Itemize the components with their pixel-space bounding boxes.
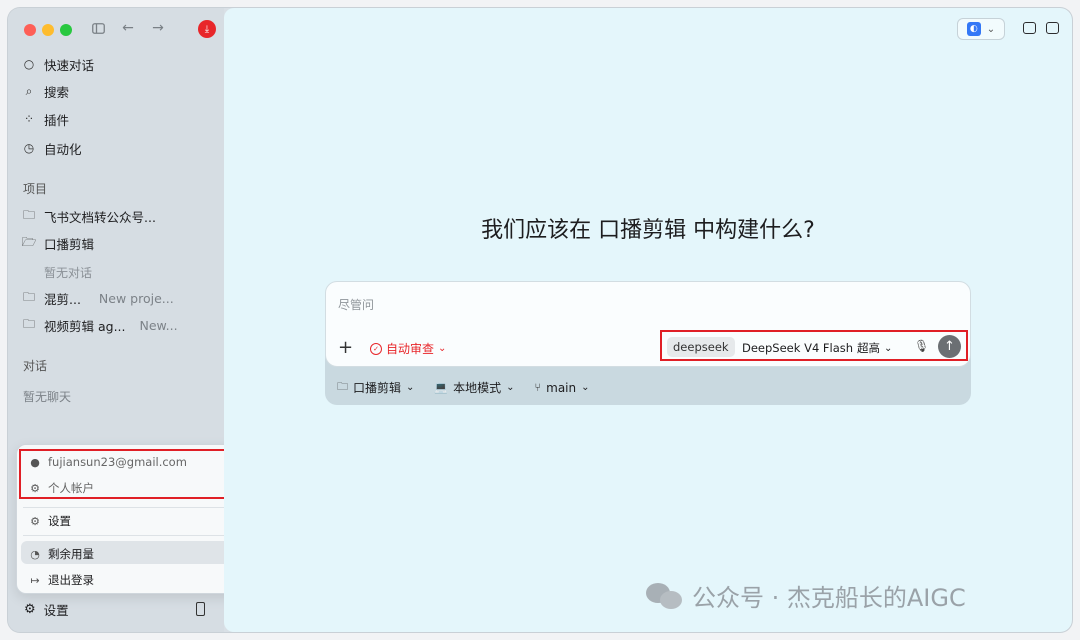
microphone-icon[interactable]: 🎙 [914, 339, 929, 353]
remaining-usage-menu-item[interactable]: ◔ 剩余用量 › [29, 546, 255, 562]
phone-icon[interactable] [196, 602, 205, 616]
chevron-down-icon: ⌄ [438, 343, 447, 354]
main-panel: ◐ ⌄ 我们应该在 口播剪辑 中构建什么? 尽管问 + ✓ 自动审查 ⌄ dee… [224, 8, 1072, 632]
download-icon[interactable]: ⤓ [198, 20, 216, 38]
sidebar-item-automation[interactable]: ◷ 自动化 [22, 138, 82, 158]
composer-context-bar: 🗀 口播剪辑 ⌄ 💻 本地模式 ⌄ ⑂ main ⌄ [337, 378, 590, 397]
sidebar: ← → ⤓ ○ 快速对话 ⌕ 搜索 ⁘ 插件 ◷ 自动化 项目 🗀 飞书文档转公… [8, 8, 264, 632]
divider [23, 535, 257, 536]
remaining-usage-label: 剩余用量 [48, 547, 94, 561]
auto-review-dropdown[interactable]: ✓ 自动审查 ⌄ [370, 340, 446, 357]
minimize-window-button[interactable] [42, 24, 54, 36]
sidebar-item-label: 快速对话 [44, 57, 95, 73]
git-branch-icon: ⑂ [534, 381, 542, 394]
auto-review-label: 自动审查 [386, 342, 435, 356]
chat-bubble-icon: ○ [23, 57, 35, 71]
app-switcher-button[interactable]: ◐ ⌄ [957, 18, 1005, 40]
project-label: 视频剪辑 ag... [44, 318, 126, 334]
window-controls [24, 24, 72, 36]
sidebar-item-quick-chat[interactable]: ○ 快速对话 [22, 54, 94, 74]
chevron-down-icon: ⌄ [506, 382, 515, 393]
sidebar-item-search[interactable]: ⌕ 搜索 [22, 81, 69, 101]
logout-label: 退出登录 [48, 573, 94, 587]
sidebar-item-plugins[interactable]: ⁘ 插件 [22, 109, 69, 129]
folder-icon: 🗀 [337, 380, 348, 393]
back-arrow-icon[interactable]: ← [120, 20, 136, 36]
settings-button[interactable]: ⚙ 设置 [24, 600, 69, 619]
project-selector[interactable]: 🗀 口播剪辑 ⌄ [337, 378, 414, 397]
model-name: DeepSeek V4 Flash [742, 341, 854, 355]
mode-selector-label: 本地模式 [453, 381, 502, 395]
project-label: 口播剪辑 [44, 236, 95, 252]
right-panel-toggle-icon[interactable] [1046, 22, 1059, 34]
composer: 尽管问 + ✓ 自动审查 ⌄ deepseek DeepSeek V4 Flas… [325, 281, 971, 367]
project-item[interactable]: 🗀 混剪... New proje... [22, 288, 174, 308]
prompt-input[interactable]: 尽管问 [338, 296, 374, 313]
watermark: 公众号 · 杰克船长的AIGC [646, 578, 966, 613]
empty-project-label: 暂无对话 [44, 266, 93, 280]
chevron-down-icon: ⌄ [986, 23, 996, 35]
projects-section-label: 项目 [23, 182, 48, 196]
sidebar-toggle-icon[interactable] [90, 20, 106, 36]
sidebar-item-label: 自动化 [44, 141, 82, 157]
chevron-down-icon: ⌄ [581, 382, 590, 393]
project-item[interactable]: 🗀 视频剪辑 ag... New... [22, 315, 178, 335]
laptop-icon: 💻 [434, 381, 449, 394]
folder-icon: 🗀 [22, 289, 35, 304]
settings-label: 设置 [48, 514, 71, 528]
project-item-active[interactable]: 🗁 口播剪辑 [22, 233, 94, 253]
page-title: 我们应该在 口播剪辑 中构建什么? [481, 218, 815, 243]
gear-icon: ⚙ [30, 514, 40, 528]
add-attachment-button[interactable]: + [338, 337, 353, 358]
divider [23, 507, 257, 508]
folder-icon: 🗀 [22, 207, 35, 222]
shield-icon: ✓ [370, 342, 382, 355]
settings-menu-item[interactable]: ⚙ 设置 [29, 513, 71, 529]
project-label: 飞书文档转公众号... [44, 209, 156, 225]
logout-icon: ↦ [30, 573, 40, 587]
search-icon: ⌕ [25, 83, 33, 98]
app-window: ← → ⤓ ○ 快速对话 ⌕ 搜索 ⁘ 插件 ◷ 自动化 项目 🗀 飞书文档转公… [8, 8, 1072, 632]
reasoning-effort: 超高 [857, 341, 881, 355]
mode-selector[interactable]: 💻 本地模式 ⌄ [434, 378, 514, 397]
send-button[interactable]: ↑ [938, 335, 961, 358]
forward-arrow-icon[interactable]: → [150, 20, 166, 36]
clock-icon: ◷ [23, 141, 35, 155]
close-window-button[interactable] [24, 24, 36, 36]
gauge-icon: ◔ [30, 547, 40, 561]
chevron-down-icon: ⌄ [406, 382, 415, 393]
project-subtitle: New... [139, 317, 178, 333]
folder-icon: 🗀 [22, 316, 35, 331]
project-selector-label: 口播剪辑 [353, 381, 402, 395]
sidebar-item-label: 插件 [44, 112, 70, 128]
branch-selector-label: main [546, 380, 577, 395]
chats-section-label: 对话 [23, 359, 48, 373]
model-selector[interactable]: DeepSeek V4 Flash 超高 ⌄ [742, 340, 892, 356]
chevron-down-icon: ⌄ [884, 342, 893, 354]
branch-selector[interactable]: ⑂ main ⌄ [535, 378, 590, 397]
settings-label: 设置 [43, 603, 69, 618]
watermark-text: 公众号 · 杰克船长的AIGC [692, 584, 966, 612]
logout-menu-item[interactable]: ↦ 退出登录 [29, 572, 94, 588]
sidebar-toolbar: ← → [90, 20, 166, 36]
maximize-window-button[interactable] [60, 24, 72, 36]
gear-icon: ⚙ [24, 602, 36, 617]
sidebar-item-label: 搜索 [44, 84, 70, 100]
project-subtitle: New proje... [98, 290, 174, 306]
empty-chats-label: 暂无聊天 [23, 390, 72, 404]
plugins-icon: ⁘ [23, 112, 35, 126]
project-label: 混剪... [44, 291, 81, 307]
app-logo-icon: ◐ [966, 22, 981, 36]
project-item[interactable]: 🗀 飞书文档转公众号... [22, 206, 156, 226]
terminal-panel-icon[interactable] [1023, 22, 1036, 34]
wechat-icon [646, 581, 684, 611]
highlight-box [19, 449, 255, 499]
open-folder-icon: 🗁 [21, 234, 37, 249]
provider-chip[interactable]: deepseek [667, 337, 735, 357]
